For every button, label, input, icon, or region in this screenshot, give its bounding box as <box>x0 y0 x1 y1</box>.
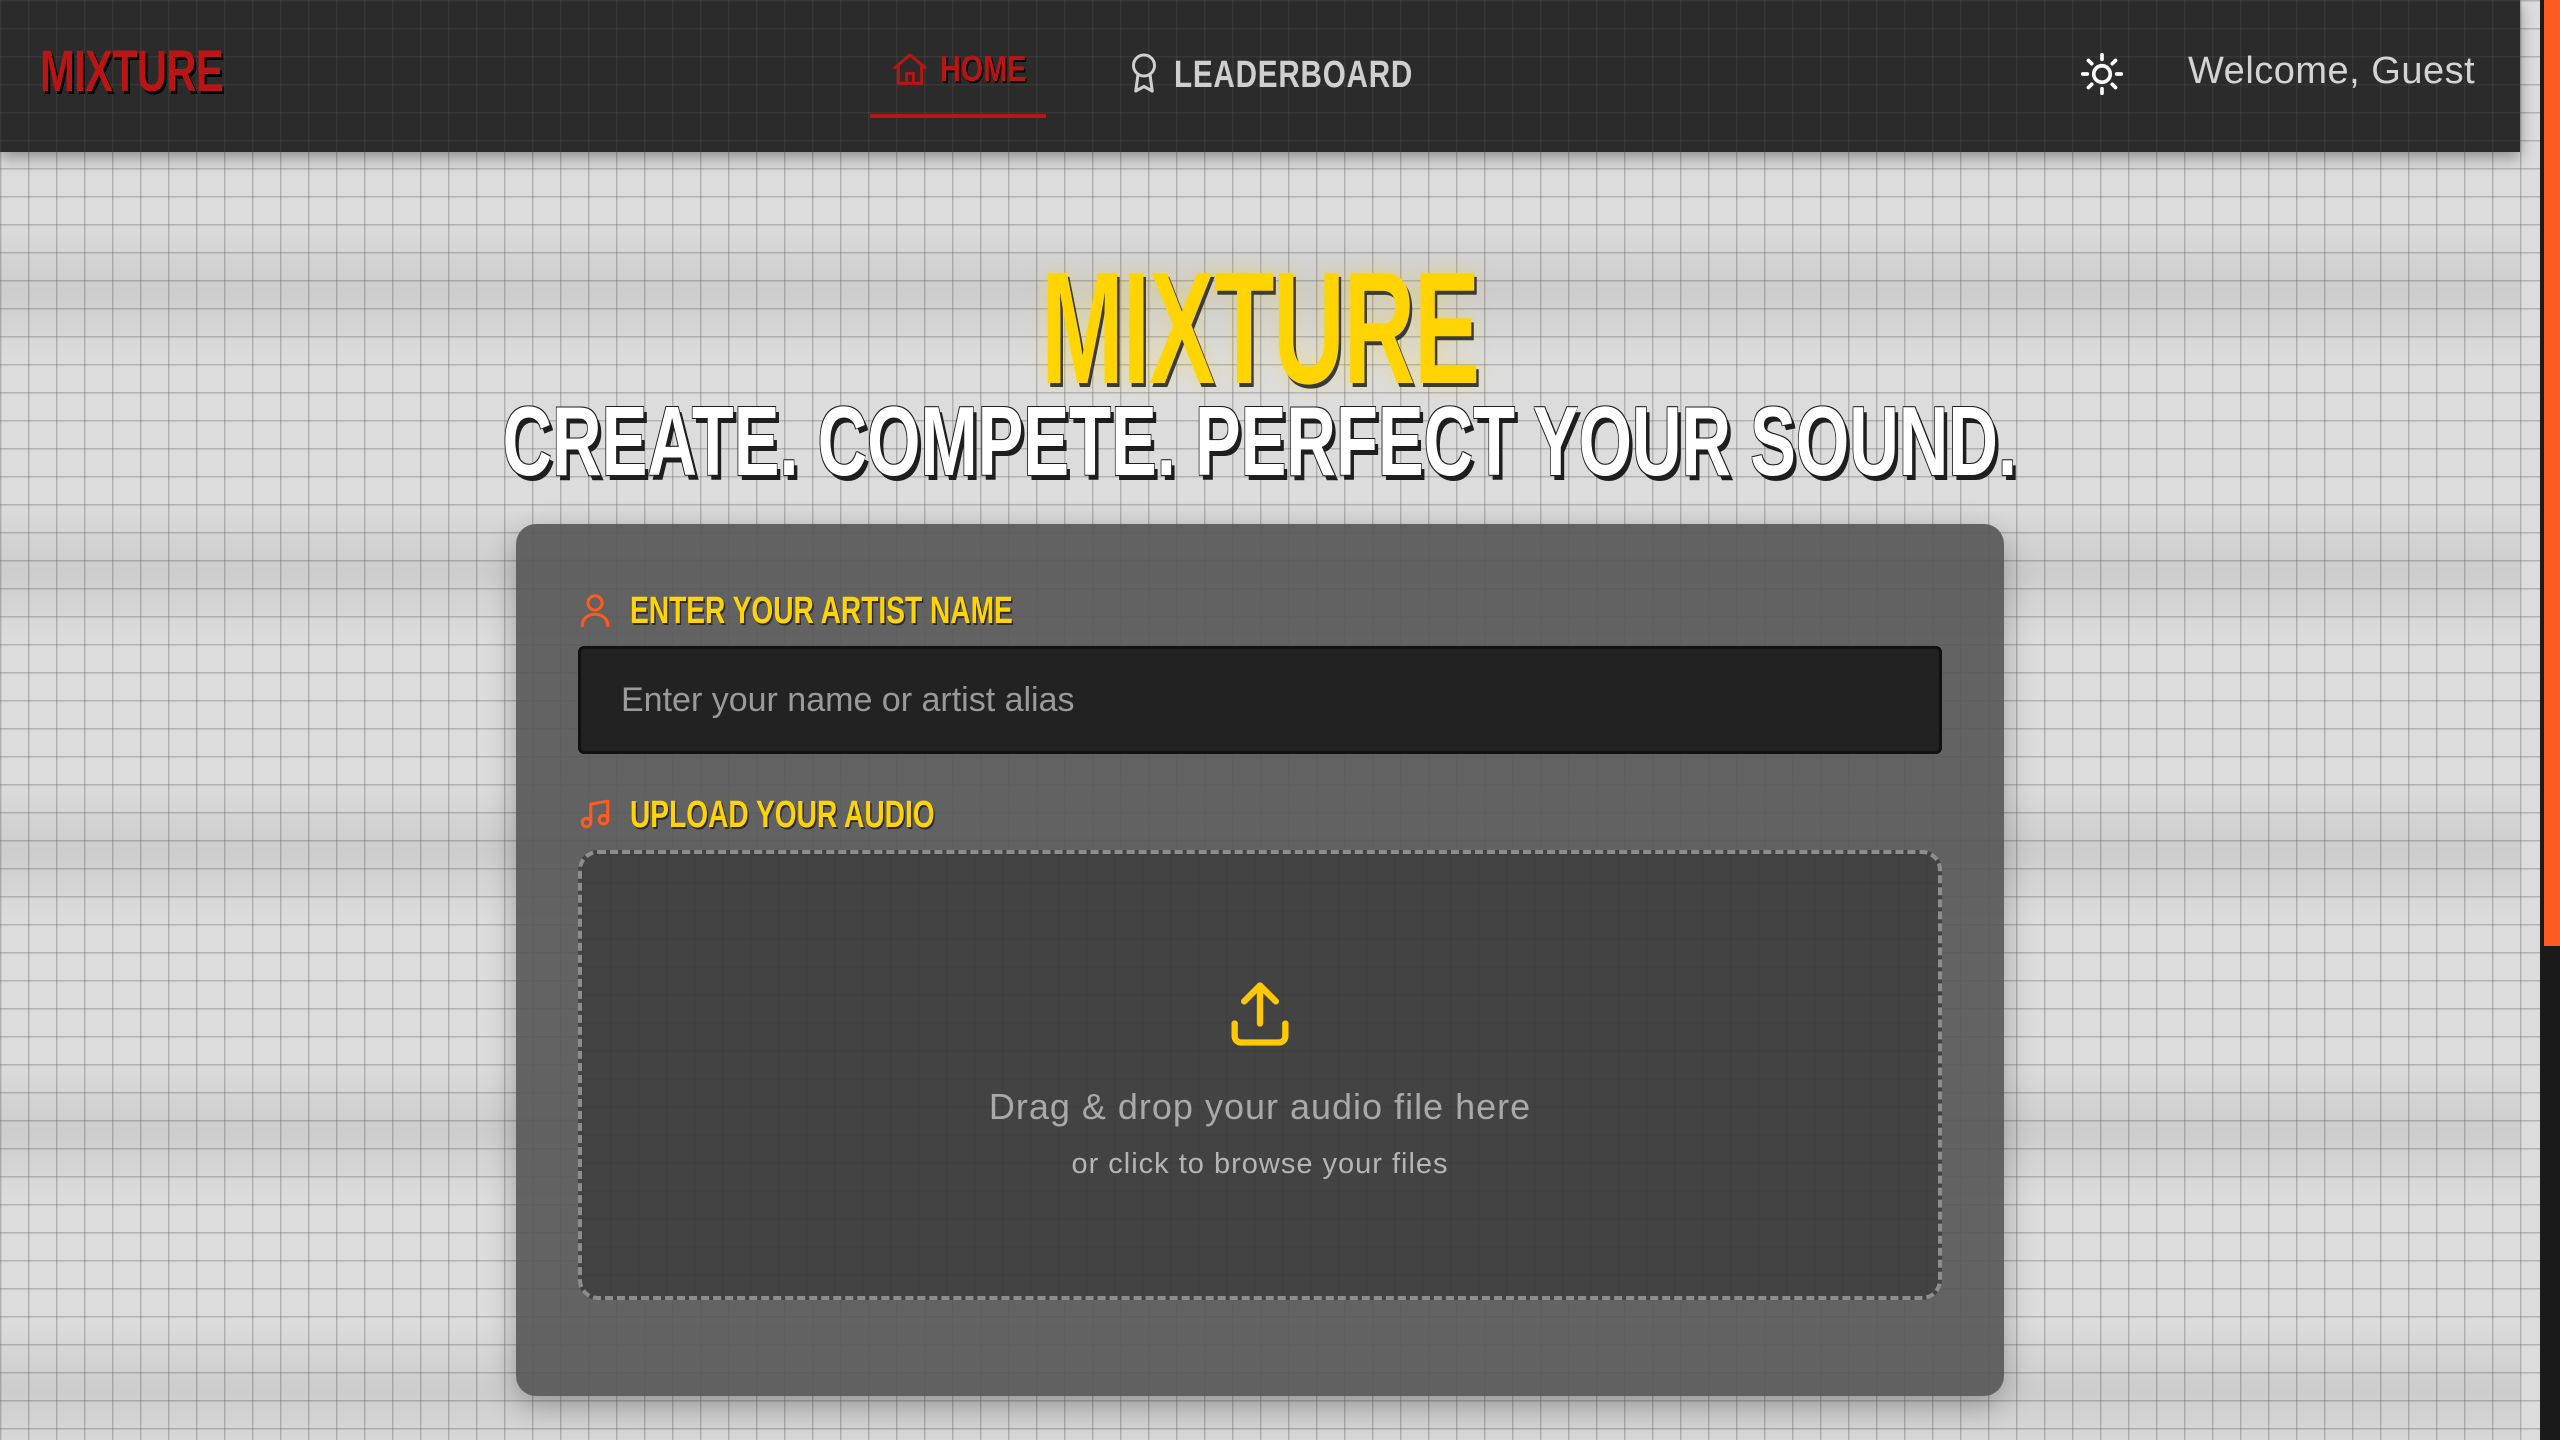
scrollbar-thumb[interactable] <box>2544 0 2560 946</box>
dropzone-main-text: Drag & drop your audio file here <box>988 1086 1532 1127</box>
dropzone-sub-text: or click to browse your files <box>1071 1148 1449 1180</box>
sun-icon <box>2080 52 2124 100</box>
user-icon <box>578 591 612 633</box>
upload-icon <box>1222 976 1298 1052</box>
artist-name-input[interactable] <box>578 646 1942 754</box>
audio-dropzone[interactable]: Drag & drop your audio file here or clic… <box>578 850 1942 1300</box>
artist-name-label: ENTER YOUR ARTIST NAME <box>578 590 1147 633</box>
award-icon <box>1126 51 1162 99</box>
top-navbar: MIXTURE HOME LEADERBOARD Welcome, Guest <box>0 0 2520 152</box>
hero-subtitle-text: CREATE. COMPETE. PERFECT YOUR SOUND. <box>502 386 2018 496</box>
nav-home-label: HOME <box>940 48 1027 89</box>
home-icon <box>890 50 930 94</box>
brand-logo[interactable]: MIXTURE <box>40 38 224 105</box>
music-note-icon <box>578 796 612 836</box>
nav-leaderboard-label: LEADERBOARD <box>1174 53 1414 96</box>
upload-audio-label-text: UPLOAD YOUR AUDIO <box>630 794 935 836</box>
upload-audio-label: UPLOAD YOUR AUDIO <box>578 794 1042 837</box>
submission-card: ENTER YOUR ARTIST NAME UPLOAD YOUR AUDIO… <box>516 524 2004 1396</box>
hero-title-text: MIXTURE <box>1041 238 1480 417</box>
welcome-text: Welcome, Guest <box>2188 50 2476 92</box>
theme-toggle-button[interactable] <box>2080 52 2124 96</box>
hero-subtitle: CREATE. COMPETE. PERFECT YOUR SOUND. <box>0 392 2520 490</box>
nav-leaderboard[interactable]: LEADERBOARD <box>1126 50 1481 100</box>
hero-title: MIXTURE <box>0 248 2520 408</box>
artist-name-label-text: ENTER YOUR ARTIST NAME <box>630 590 1013 632</box>
nav-home[interactable]: HOME <box>870 48 1046 118</box>
